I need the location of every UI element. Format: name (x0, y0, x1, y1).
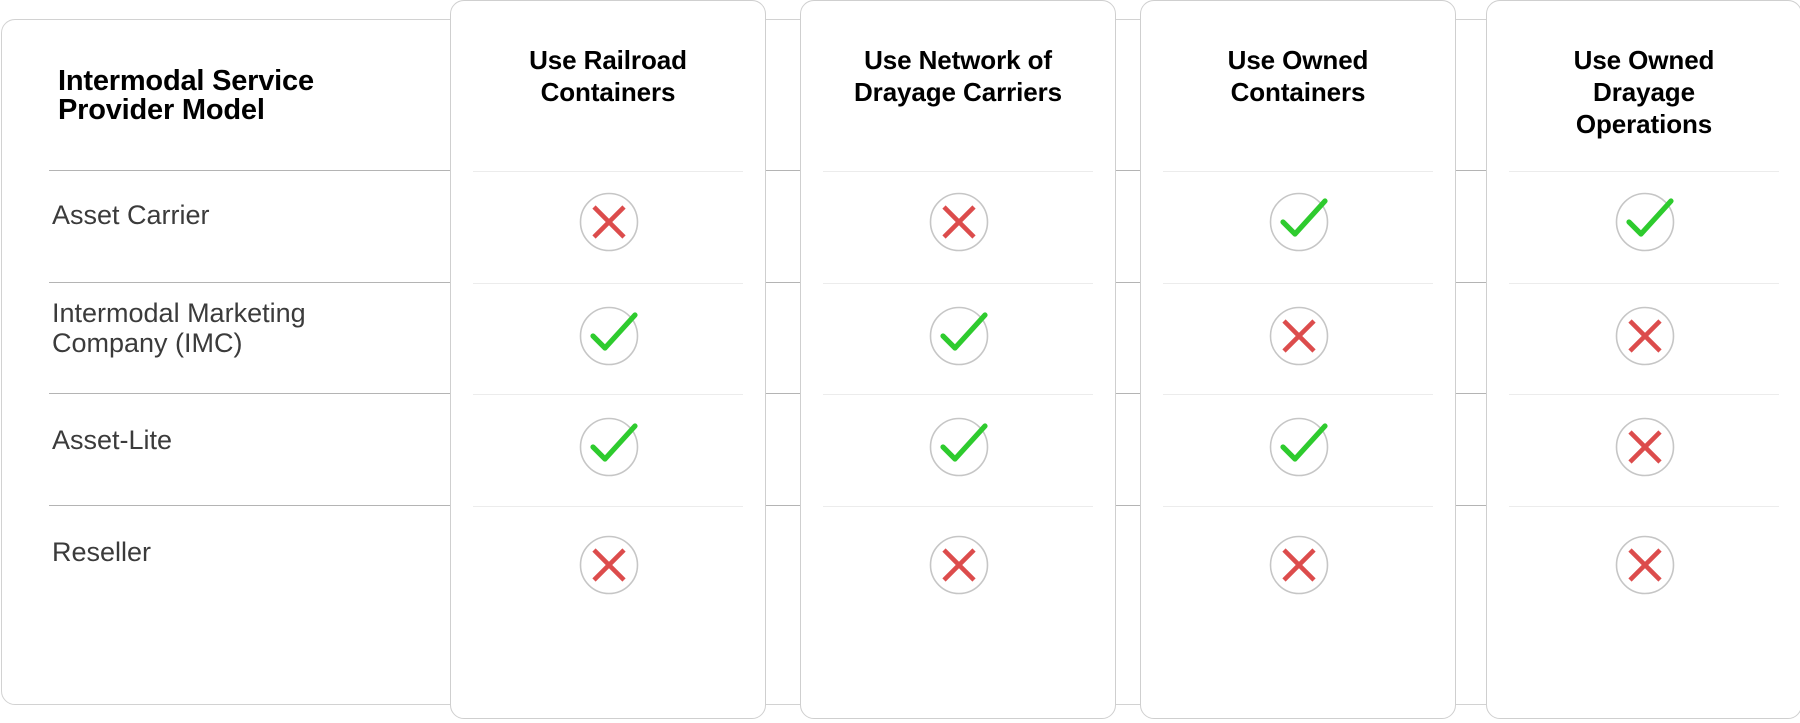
column-card-use-owned-drayage-operations[interactable]: Use Owned Drayage Operations (1486, 0, 1800, 719)
cross-icon (1614, 416, 1676, 478)
table-title: Intermodal Service Provider Model (58, 65, 314, 126)
cell-divider (473, 394, 743, 395)
column-card-use-network-of-drayage-carriers[interactable]: Use Network of Drayage Carriers (800, 0, 1116, 719)
cell-divider (823, 506, 1093, 507)
cell-divider (823, 394, 1093, 395)
column-header-use-network-of-drayage-carriers: Use Network of Drayage Carriers (854, 45, 1062, 107)
comparison-table: Intermodal Service Provider Model Asset … (0, 0, 1800, 723)
row-header-column: Intermodal Service Provider Model Asset … (0, 19, 450, 705)
cell-divider (1163, 283, 1433, 284)
cross-icon (928, 534, 990, 596)
check-icon (1614, 191, 1676, 253)
cross-icon (578, 534, 640, 596)
check-icon (1268, 191, 1330, 253)
column-header-use-owned-containers: Use Owned Containers (1227, 45, 1369, 107)
check-icon (928, 416, 990, 478)
column-card-use-railroad-containers[interactable]: Use Railroad Containers (450, 0, 766, 719)
row-label-reseller: Reseller (52, 537, 152, 567)
cell-divider (1163, 506, 1433, 507)
row-label-asset-lite: Asset-Lite (52, 425, 173, 455)
check-icon (578, 305, 640, 367)
cross-icon (1614, 534, 1676, 596)
row-label-asset-carrier: Asset Carrier (52, 200, 210, 230)
row-label-intermodal-marketing-company-imc: Intermodal Marketing Company (IMC) (52, 298, 306, 359)
cell-divider (1509, 394, 1779, 395)
cell-divider (473, 506, 743, 507)
check-icon (928, 305, 990, 367)
cell-divider (1509, 506, 1779, 507)
cell-divider (1509, 283, 1779, 284)
column-card-use-owned-containers[interactable]: Use Owned Containers (1140, 0, 1456, 719)
cross-icon (1268, 534, 1330, 596)
cell-divider (473, 171, 743, 172)
cross-icon (928, 191, 990, 253)
cross-icon (1268, 305, 1330, 367)
column-header-use-owned-drayage-operations: Use Owned Drayage Operations (1573, 45, 1715, 139)
cross-icon (1614, 305, 1676, 367)
cell-divider (1509, 171, 1779, 172)
cell-divider (823, 283, 1093, 284)
column-header-use-railroad-containers: Use Railroad Containers (529, 45, 687, 107)
check-icon (578, 416, 640, 478)
cell-divider (1163, 171, 1433, 172)
cell-divider (1163, 394, 1433, 395)
cell-divider (823, 171, 1093, 172)
check-icon (1268, 416, 1330, 478)
cell-divider (473, 283, 743, 284)
cross-icon (578, 191, 640, 253)
